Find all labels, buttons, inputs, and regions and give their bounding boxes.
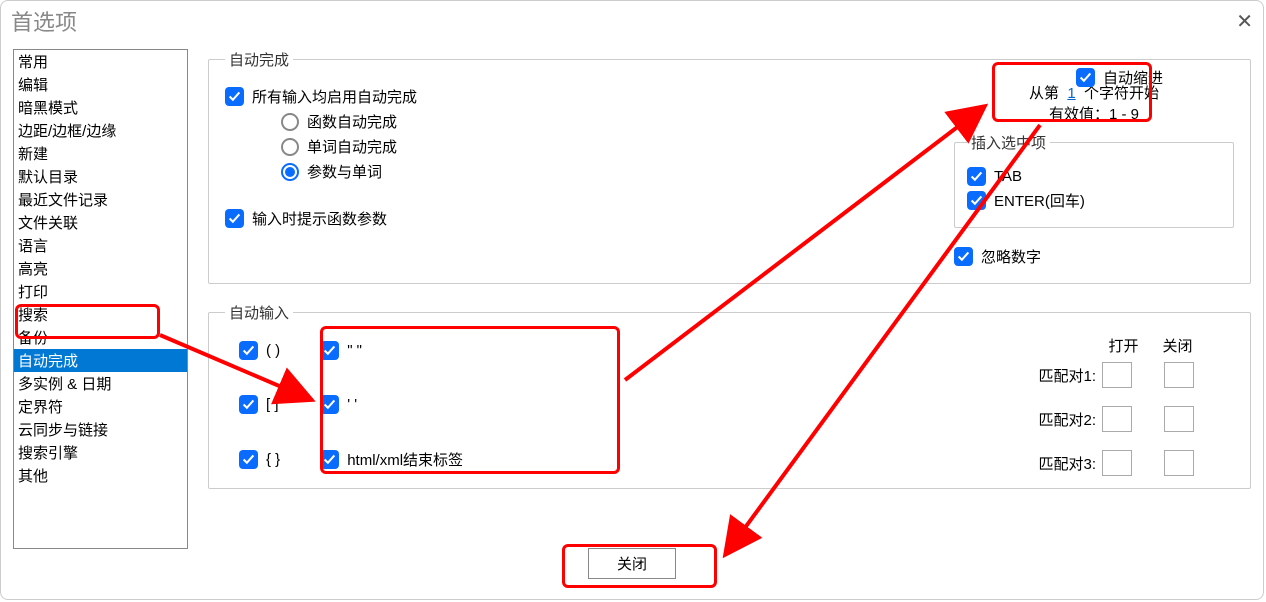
sidebar-item[interactable]: 其他	[14, 464, 187, 487]
sidebar-item[interactable]: 边距/边框/边缘	[14, 119, 187, 142]
pair2-open-input[interactable]	[1102, 406, 1132, 432]
sidebar-item[interactable]: 常用	[14, 50, 187, 73]
label-htmlxml: html/xml结束标签	[347, 449, 463, 470]
sidebar-item[interactable]: 搜索	[14, 303, 187, 326]
label-enter: ENTER(回车)	[994, 190, 1085, 211]
insert-group: 插入选中项 TAB ENTER(回车)	[954, 132, 1234, 228]
sidebar-item[interactable]: 默认目录	[14, 165, 187, 188]
sidebar-item[interactable]: 文件关联	[14, 211, 187, 234]
category-sidebar[interactable]: 常用编辑暗黑模式边距/边框/边缘新建默认目录最近文件记录文件关联语言高亮打印搜索…	[13, 49, 188, 549]
window-title: 首选项	[11, 5, 77, 37]
checkbox-enable-all[interactable]	[225, 87, 244, 106]
sidebar-item[interactable]: 语言	[14, 234, 187, 257]
pair3-open-input[interactable]	[1102, 450, 1132, 476]
label-auto-indent: 自动缩进	[1103, 67, 1163, 88]
checkbox-htmlxml[interactable]	[320, 450, 339, 469]
checkbox-bracket[interactable]	[239, 395, 258, 414]
checkbox-squote[interactable]	[320, 395, 339, 414]
label-tab: TAB	[994, 168, 1022, 185]
checkbox-ignore-digit[interactable]	[954, 247, 973, 266]
sidebar-item[interactable]: 暗黑模式	[14, 96, 187, 119]
pair3-label: 匹配对3:	[1038, 453, 1096, 474]
sidebar-item[interactable]: 多实例 & 日期	[14, 372, 187, 395]
pair2-label: 匹配对2:	[1038, 409, 1096, 430]
auto-complete-legend: 自动完成	[225, 49, 293, 70]
radio-func[interactable]	[281, 113, 299, 131]
sidebar-item[interactable]: 自动完成	[14, 349, 187, 372]
insert-legend: 插入选中项	[967, 132, 1050, 153]
pair2-close-input[interactable]	[1164, 406, 1194, 432]
checkbox-paren[interactable]	[239, 341, 258, 360]
label-dquote: " "	[347, 342, 362, 359]
start-char-prefix: 从第	[1029, 85, 1059, 102]
radio-word[interactable]	[281, 138, 299, 156]
close-button[interactable]: 关闭	[588, 548, 676, 579]
label-show-param: 输入时提示函数参数	[252, 208, 387, 229]
sidebar-item[interactable]: 编辑	[14, 73, 187, 96]
start-char-valid: 有效值：1 - 9	[954, 103, 1234, 124]
label-radio-param-word: 参数与单词	[307, 161, 382, 182]
checkbox-auto-indent[interactable]	[1076, 68, 1095, 87]
sidebar-item[interactable]: 新建	[14, 142, 187, 165]
sidebar-item[interactable]: 备份	[14, 326, 187, 349]
sidebar-item[interactable]: 最近文件记录	[14, 188, 187, 211]
pair3-close-input[interactable]	[1164, 450, 1194, 476]
radio-param-word[interactable]	[281, 163, 299, 181]
pair1-open-input[interactable]	[1102, 362, 1132, 388]
checkbox-tab[interactable]	[967, 167, 986, 186]
sidebar-item[interactable]: 搜索引擎	[14, 441, 187, 464]
label-brace: { }	[266, 451, 280, 468]
start-char-value[interactable]: 1	[1067, 85, 1075, 102]
checkbox-dquote[interactable]	[320, 341, 339, 360]
checkbox-enter[interactable]	[967, 191, 986, 210]
label-paren: ( )	[266, 342, 280, 359]
sidebar-item[interactable]: 高亮	[14, 257, 187, 280]
sidebar-item[interactable]: 打印	[14, 280, 187, 303]
label-ignore-digit: 忽略数字	[981, 246, 1041, 267]
pair1-label: 匹配对1:	[1038, 365, 1096, 386]
checkbox-show-param[interactable]	[225, 209, 244, 228]
close-icon[interactable]: ✕	[1236, 9, 1253, 34]
pair-open-header: 打开	[1108, 335, 1138, 356]
sidebar-item[interactable]: 定界符	[14, 395, 187, 418]
label-enable-all: 所有输入均启用自动完成	[252, 86, 417, 107]
pair1-close-input[interactable]	[1164, 362, 1194, 388]
sidebar-item[interactable]: 云同步与链接	[14, 418, 187, 441]
label-squote: ' '	[347, 396, 357, 413]
label-bracket: [ ]	[266, 396, 279, 413]
pair-close-header: 关闭	[1163, 335, 1193, 356]
checkbox-brace[interactable]	[239, 450, 258, 469]
auto-input-group: 自动输入 ( ) " " [ ] ' ' { } html/xml结束标签 打开	[208, 302, 1251, 489]
label-radio-word: 单词自动完成	[307, 136, 397, 157]
auto-input-legend: 自动输入	[225, 302, 293, 323]
label-radio-func: 函数自动完成	[307, 111, 397, 132]
